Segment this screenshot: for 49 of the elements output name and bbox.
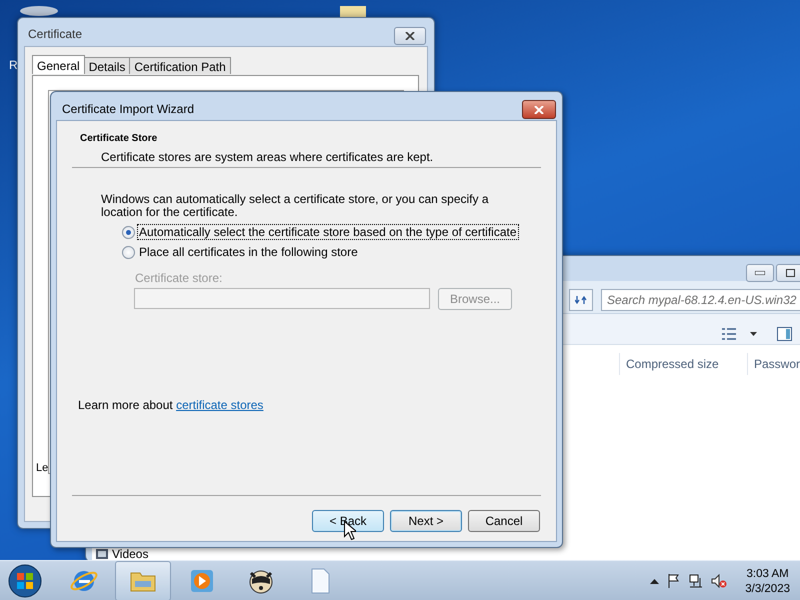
minimize-button[interactable] [746,264,774,282]
video-icon [96,549,108,559]
clock-date[interactable]: 3/3/2023 [745,582,790,594]
bin-icon[interactable] [20,6,58,16]
flag-icon[interactable] [667,574,682,588]
radio-button[interactable] [122,226,135,238]
window-title: Certificate [28,27,82,41]
section-heading: Certificate Store [80,133,158,144]
column-header[interactable]: Passwor [747,353,800,375]
back-button[interactable]: < Back [312,510,384,532]
nav-item[interactable]: Videos [112,547,148,560]
radio-button[interactable] [122,246,135,258]
maximize-button[interactable] [776,264,800,282]
window-title: Certificate Import Wizard [62,102,194,116]
close-icon [534,106,544,114]
desktop-icon-label[interactable]: R [9,58,18,72]
view-icon[interactable] [722,328,736,340]
cancel-button[interactable]: Cancel [468,510,540,532]
clock-time[interactable]: 3:03 AM [746,568,789,580]
dropdown-caret-icon[interactable] [750,332,757,336]
folder-icon[interactable] [340,6,366,18]
start-button-icon[interactable] [8,564,42,598]
radio-label[interactable]: Place all certificates in the following store [138,245,359,259]
tab[interactable]: Details [84,57,130,74]
radio-label[interactable]: Automatically select the certificate store based on the type of certificate [138,225,518,239]
maximize-icon [786,269,794,277]
instruction-text: Windows can automatically select a certificate store, or you can specify a location for the certificate. [101,193,490,219]
panel-text: Le [36,462,48,474]
tab[interactable]: General [32,55,85,74]
show-hidden-icons-icon[interactable] [650,578,660,584]
media-player-icon [188,567,216,595]
next-button[interactable]: Next > [390,510,462,532]
tab[interactable]: Certification Path [129,57,231,74]
section-description: Certificate stores are system areas where certificates are kept. [101,150,434,164]
field-label: Certificate store: [135,271,224,285]
column-header[interactable]: Compressed size [619,353,719,375]
certificate-stores-link[interactable]: certificate stores [176,398,264,412]
store-field[interactable] [134,288,430,309]
close-button[interactable] [394,27,426,45]
network-icon[interactable] [689,574,704,588]
minimize-icon [755,271,765,275]
close-icon [405,32,415,40]
learn-more-text: Learn more about certificate stores [78,398,264,412]
volume-muted-icon[interactable] [711,574,728,588]
preview-pane-icon[interactable] [777,327,792,341]
refresh-icon [575,295,587,305]
refresh-button[interactable] [569,289,593,311]
close-button[interactable] [522,100,556,119]
search-field[interactable]: Search mypal-68.12.4.en-US.win32 [601,289,800,311]
